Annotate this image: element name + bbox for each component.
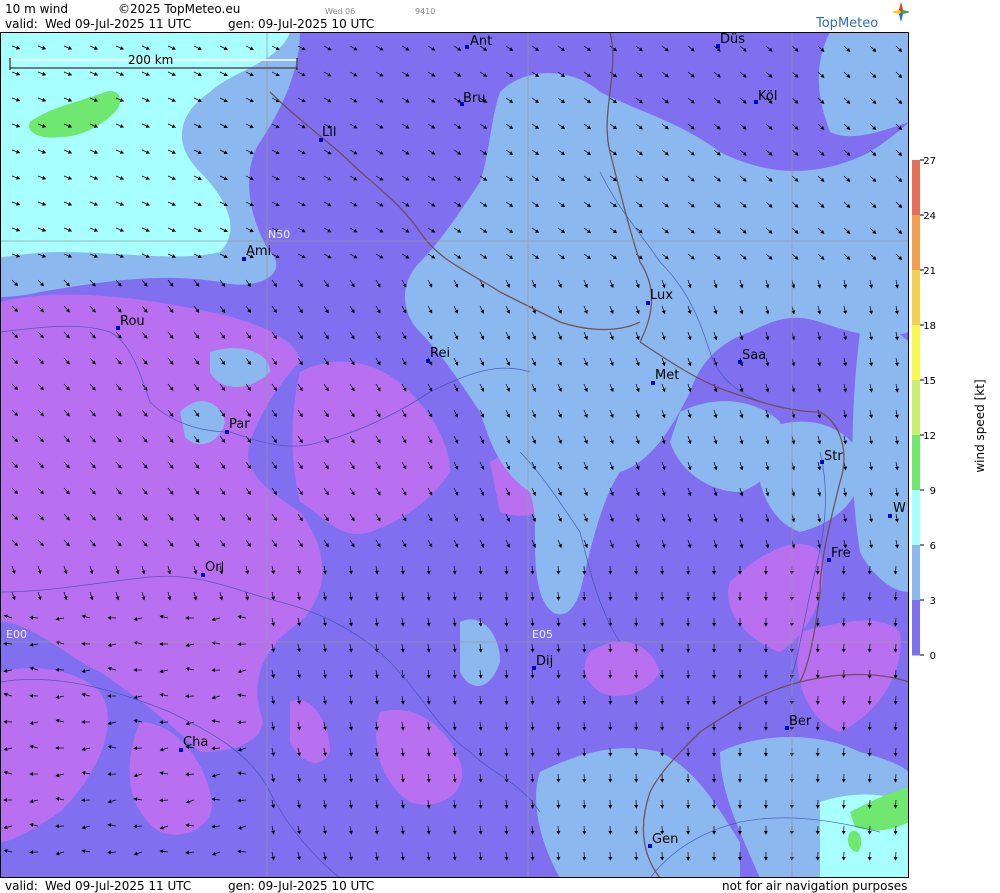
- city-cha[interactable]: Cha: [179, 735, 208, 752]
- legend-ticks: 27 24 21 18 15 12 9 6 3 0: [920, 156, 936, 662]
- svg-text:W: W: [893, 501, 906, 516]
- gen-label: gen:: [228, 17, 255, 31]
- legend-color-bar: [912, 160, 920, 656]
- grid-label-n50: N50: [268, 228, 290, 241]
- topmeteo-logo: TopMeteo: [816, 2, 911, 31]
- legend-tick-label: 27: [923, 156, 936, 167]
- svg-text:Dij: Dij: [536, 654, 553, 669]
- svg-text:Bru: Bru: [463, 91, 486, 106]
- map-title: 10 m wind: [5, 2, 68, 16]
- city-bru[interactable]: Bru: [460, 91, 486, 106]
- city-saa[interactable]: Saa: [738, 348, 766, 364]
- city-fre[interactable]: Fre: [827, 546, 851, 562]
- svg-text:Lux: Lux: [650, 288, 673, 303]
- legend-tick-label: 18: [923, 321, 936, 332]
- svg-text:Par: Par: [229, 417, 250, 432]
- svg-text:Köl: Köl: [758, 89, 777, 104]
- wind-map[interactable]: N50 E00 E05 200 km Ant Düs Bru Köl Lil A…: [0, 32, 909, 878]
- legend-tick-label: 3: [930, 596, 936, 607]
- logo-text: TopMeteo: [816, 16, 879, 31]
- legend-tick-label: 0: [930, 651, 936, 662]
- legend-swatch: [912, 380, 920, 436]
- valid-time: Wed 09-Jul-2025 11 UTC: [45, 17, 192, 31]
- copyright: ©2025 TopMeteo.eu: [118, 2, 241, 16]
- legend-tick-label: 12: [923, 431, 936, 442]
- city-ber[interactable]: Ber: [785, 714, 812, 730]
- city-rei[interactable]: Rei: [426, 346, 450, 363]
- footer-gen-label: gen:: [228, 879, 255, 893]
- svg-text:Rei: Rei: [430, 346, 450, 361]
- city-lil[interactable]: Lil: [319, 125, 336, 142]
- city-lux[interactable]: Lux: [646, 288, 673, 305]
- gen-time: 09-Jul-2025 10 UTC: [258, 17, 375, 31]
- svg-text:Düs: Düs: [720, 32, 745, 47]
- wind-speed-legend: 27 24 21 18 15 12 9 6 3 0 wind speed [kt]: [909, 0, 1000, 893]
- legend-tick-label: 21: [923, 266, 936, 277]
- legend-tick-label: 15: [923, 376, 936, 387]
- legend-swatch: [912, 545, 920, 601]
- legend-swatch: [912, 600, 920, 656]
- svg-text:Cha: Cha: [183, 735, 208, 750]
- footer-gen-time: 09-Jul-2025 10 UTC: [258, 879, 375, 893]
- city-met[interactable]: Met: [651, 368, 679, 385]
- svg-text:Lil: Lil: [322, 125, 336, 140]
- svg-text:Ber: Ber: [789, 714, 812, 729]
- city-dus[interactable]: Düs: [716, 32, 745, 48]
- city-str[interactable]: Str: [820, 449, 843, 464]
- legend-swatch: [912, 215, 920, 271]
- city-gen[interactable]: Gen: [648, 832, 678, 848]
- compass-icon: [891, 2, 911, 22]
- valid-label: valid:: [5, 17, 38, 31]
- city-dij[interactable]: Dij: [532, 654, 553, 670]
- city-rou[interactable]: Rou: [116, 314, 145, 330]
- legend-tick-label: 24: [923, 211, 936, 222]
- faint-text-2: 9410: [415, 7, 436, 16]
- city-kol[interactable]: Köl: [754, 89, 777, 104]
- svg-text:Ami: Ami: [246, 244, 271, 259]
- city-ant[interactable]: Ant: [465, 34, 492, 49]
- svg-text:Met: Met: [655, 368, 679, 383]
- svg-text:Ant: Ant: [470, 34, 492, 49]
- legend-swatch: [912, 270, 920, 326]
- legend-swatch: [912, 490, 920, 546]
- scale-bar-label: 200 km: [128, 53, 173, 67]
- footer-valid-time: Wed 09-Jul-2025 11 UTC: [45, 879, 192, 893]
- legend-swatch: [912, 325, 920, 381]
- grid-label-e05: E05: [532, 628, 553, 641]
- svg-text:Orl: Orl: [205, 560, 224, 575]
- legend-tick-label: 9: [930, 486, 936, 497]
- svg-text:Saa: Saa: [742, 348, 766, 363]
- svg-text:Fre: Fre: [831, 546, 851, 561]
- city-orl[interactable]: Orl: [201, 560, 224, 577]
- svg-text:Gen: Gen: [652, 832, 678, 847]
- legend-swatch: [912, 160, 920, 216]
- legend-swatch: [912, 435, 920, 491]
- footer-disclaimer: not for air navigation purposes: [722, 879, 908, 893]
- svg-text:Str: Str: [824, 449, 843, 464]
- city-ami[interactable]: Ami: [242, 244, 271, 261]
- city-par[interactable]: Par: [225, 417, 250, 434]
- legend-tick-label: 6: [930, 541, 936, 552]
- footer-valid-label: valid:: [5, 879, 38, 893]
- svg-text:Rou: Rou: [120, 314, 145, 329]
- legend-title: wind speed [kt]: [973, 379, 987, 472]
- grid-label-e00: E00: [6, 628, 27, 641]
